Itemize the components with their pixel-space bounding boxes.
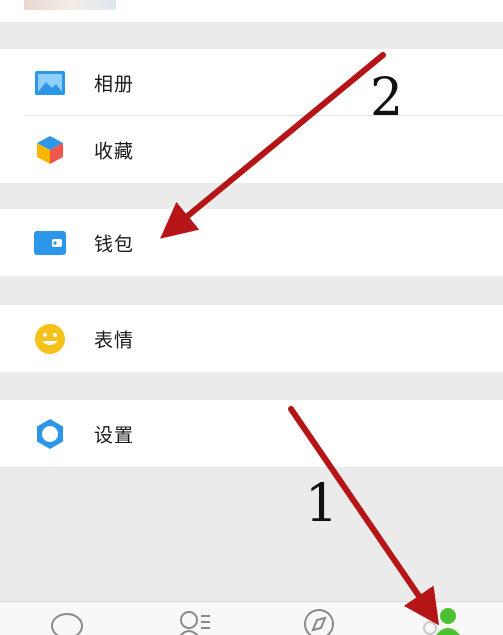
menu-item-label: 设置 [94, 424, 135, 446]
wallet-icon [34, 227, 66, 259]
menu-item-favorites[interactable]: 收藏 [0, 116, 503, 183]
menu-item-settings[interactable]: 设置 [0, 400, 503, 467]
gear-icon [34, 418, 66, 450]
profile-header[interactable] [0, 0, 503, 22]
menu-item-label: 收藏 [94, 140, 135, 162]
menu-item-label: 表情 [94, 329, 135, 351]
contacts-icon [174, 602, 214, 635]
tab-discover[interactable] [289, 602, 349, 635]
cube-icon [34, 134, 66, 166]
menu-group-wallet: 钱包 [0, 209, 503, 276]
menu-group-settings: 设置 [0, 400, 503, 467]
compass-icon [301, 602, 337, 635]
bottom-tab-bar [0, 601, 503, 635]
album-icon [34, 67, 66, 99]
step-number-1: 1 [305, 474, 339, 534]
me-icon [418, 602, 462, 635]
menu-item-stickers[interactable]: 表情 [0, 305, 503, 372]
avatar[interactable] [24, 0, 116, 10]
me-screen: 相册 收藏 钱包 表情 设置 2 1 [0, 0, 503, 635]
smiley-icon [34, 323, 66, 355]
menu-group-stickers: 表情 [0, 305, 503, 372]
step-number-2: 2 [370, 68, 404, 128]
tab-chats[interactable] [37, 602, 97, 635]
menu-item-label: 钱包 [94, 233, 135, 255]
menu-item-label: 相册 [94, 73, 135, 95]
chat-icon [49, 602, 85, 635]
menu-item-album[interactable]: 相册 [0, 49, 503, 116]
menu-group-media: 相册 收藏 [0, 49, 503, 183]
tab-contacts[interactable] [164, 602, 224, 635]
tab-me[interactable] [410, 602, 470, 635]
menu-item-wallet[interactable]: 钱包 [0, 209, 503, 276]
